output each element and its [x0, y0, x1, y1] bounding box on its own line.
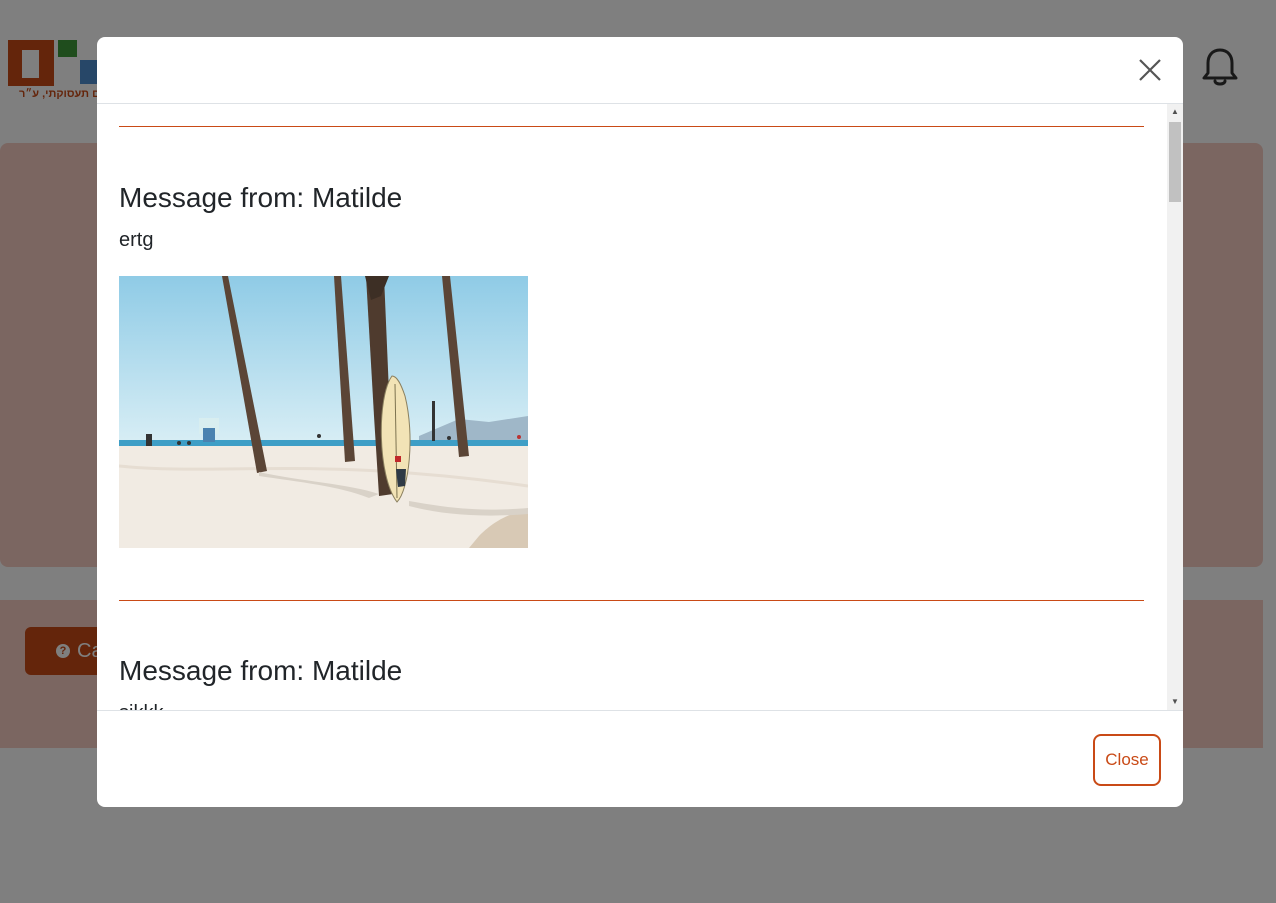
modal-body[interactable]: Message from: Matilde ertg Message from:… — [97, 104, 1183, 710]
message-divider — [119, 600, 1144, 601]
scrollbar-thumb[interactable] — [1169, 122, 1181, 202]
messages-modal: Message from: Matilde ertg Message from:… — [97, 37, 1183, 807]
scroll-up-arrow-icon[interactable]: ▲ — [1167, 106, 1183, 118]
message-item: Message from: Matilde ertg — [119, 181, 1144, 548]
close-button[interactable]: Close — [1093, 734, 1161, 786]
message-title: Message from: Matilde — [119, 655, 403, 686]
message-item: Message from: Matilde sjkkk — [119, 654, 1144, 710]
message-title: Message from: Matilde — [119, 182, 403, 213]
close-icon[interactable] — [1135, 55, 1165, 85]
message-text: ertg — [119, 229, 154, 251]
message-divider — [119, 126, 1144, 127]
modal-scrollbar[interactable]: ▲ ▼ — [1167, 104, 1183, 710]
message-text: sjkkk — [119, 700, 1144, 710]
modal-header — [97, 37, 1183, 104]
modal-footer: Close — [97, 710, 1183, 807]
scroll-down-arrow-icon[interactable]: ▼ — [1167, 696, 1183, 708]
beach-photo — [119, 276, 528, 548]
